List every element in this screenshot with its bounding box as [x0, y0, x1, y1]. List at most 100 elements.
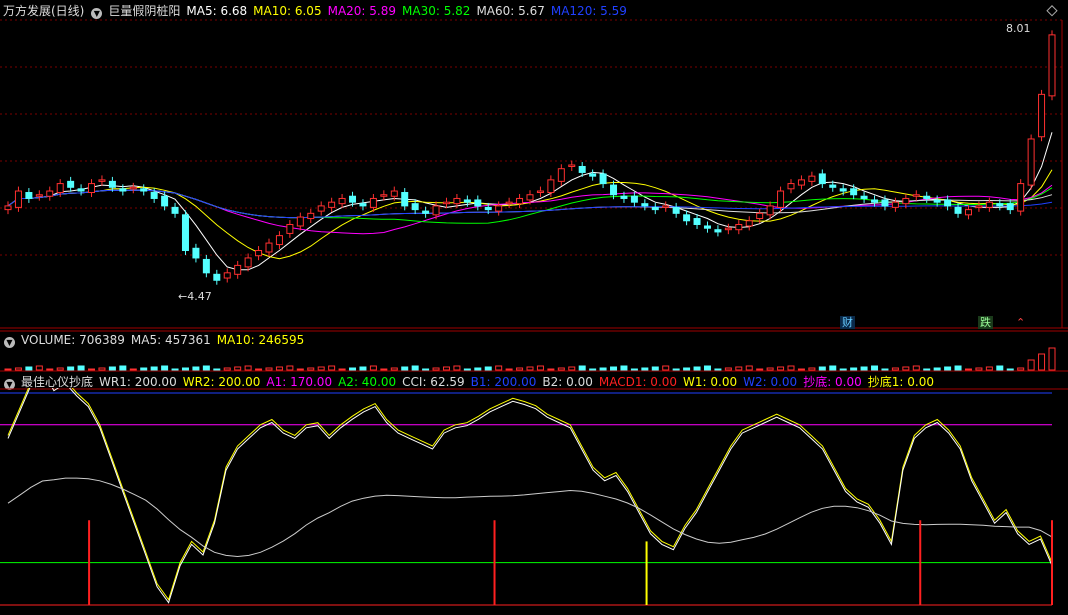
candle-body: [484, 206, 492, 211]
volume-bar: [724, 367, 732, 371]
volume-bar: [255, 368, 263, 371]
volume-bar: [620, 365, 628, 371]
volume-bar: [766, 367, 774, 371]
candle-body: [422, 210, 430, 214]
volume-bar: [1038, 353, 1046, 371]
candle-body: [714, 229, 722, 233]
candle-body: [98, 179, 106, 182]
volume-bar: [839, 368, 847, 371]
up-arrow-icon[interactable]: ⌃: [1014, 316, 1027, 329]
candle-body: [286, 223, 294, 234]
volume-bar: [192, 366, 200, 371]
candle-body: [808, 175, 816, 182]
indicator-legend-1: WR2: 200.00: [182, 375, 261, 389]
high-price-label: 8.01: [1006, 22, 1031, 35]
volume-bar: [568, 366, 576, 371]
finance-event-tag[interactable]: 财: [840, 316, 855, 329]
candle-body: [693, 218, 701, 225]
candle-body: [505, 201, 513, 205]
volume-bar: [975, 367, 983, 371]
indicator-panel-name: 最佳心仪抄底: [21, 375, 94, 389]
candle-body: [797, 179, 805, 186]
candle-body: [265, 242, 273, 253]
candle-body: [683, 214, 691, 222]
candle-body: [641, 203, 649, 207]
indicator-legend-6: B2: 0.00: [542, 375, 593, 389]
volume-bar: [349, 367, 357, 371]
fall-event-tag[interactable]: 跌: [978, 316, 993, 329]
indicator-legend-11: 抄底1: 0.00: [867, 375, 934, 389]
candle-body: [735, 223, 743, 231]
volume-bar: [829, 365, 837, 371]
candle-body: [777, 190, 785, 208]
candle-body: [171, 206, 179, 214]
volume-bar: [526, 366, 534, 371]
volume-bar: [77, 365, 85, 371]
candle-body: [88, 183, 96, 194]
volume-bar: [4, 368, 12, 371]
candle-body: [317, 205, 325, 212]
volume-bar: [808, 367, 816, 371]
volume-bar: [463, 368, 471, 371]
volume-bar: [129, 368, 137, 371]
candle-body: [766, 205, 774, 216]
volume-bar: [912, 365, 920, 371]
indicator-chart[interactable]: [0, 388, 1068, 615]
candle-body: [923, 195, 931, 199]
volume-bar: [881, 368, 889, 371]
candle-body: [1027, 138, 1035, 186]
volume-bar: [610, 366, 618, 371]
low-price-label: ←4.47: [178, 290, 212, 303]
candle-body: [150, 192, 158, 199]
candle-body: [964, 209, 972, 216]
volume-bar: [161, 365, 169, 371]
candle-body: [526, 194, 534, 201]
candle-body: [1006, 203, 1014, 211]
candle-body: [745, 220, 753, 227]
volume-bar: [630, 368, 638, 371]
candle-body: [463, 199, 471, 203]
price-chart[interactable]: 8.01 ←4.47: [0, 0, 1068, 330]
candle-body: [536, 190, 544, 194]
volume-bar: [703, 365, 711, 371]
volume-bar: [745, 365, 753, 371]
volume-bar: [422, 368, 430, 371]
volume-bar: [797, 368, 805, 371]
candle-body: [881, 199, 889, 207]
volume-bar: [1027, 359, 1035, 371]
volume-bar: [234, 366, 242, 371]
volume-bar: [996, 365, 1004, 371]
volume-bar: [411, 365, 419, 371]
volume-bar: [119, 365, 127, 371]
volume-bar: [265, 367, 273, 371]
candle-body: [359, 203, 367, 207]
volume-bar: [735, 366, 743, 371]
volume-bar: [181, 367, 189, 371]
candle-body: [192, 247, 200, 259]
volume-bar: [453, 365, 461, 371]
candle-body: [390, 190, 398, 197]
volume-bar: [964, 368, 972, 371]
indicator-legend-10: 抄底: 0.00: [803, 375, 862, 389]
volume-bar: [296, 368, 304, 371]
volume-bar: [307, 367, 315, 371]
candle-body: [56, 183, 64, 194]
wr1-line: [7, 388, 1053, 604]
volume-bar: [505, 368, 513, 371]
volume-bar: [474, 367, 482, 371]
volume-bar: [516, 367, 524, 371]
volume-bar: [56, 367, 64, 371]
candle-body: [651, 206, 659, 211]
candle-body: [620, 195, 628, 199]
candle-body: [787, 183, 795, 190]
volume-bar: [88, 368, 96, 371]
indicator-legend-3: A2: 40.00: [338, 375, 397, 389]
volume-bar: [213, 368, 221, 371]
candle-body: [818, 173, 826, 185]
candle-body: [202, 258, 210, 274]
volume-chart[interactable]: [0, 330, 1068, 372]
volume-bar: [536, 365, 544, 371]
volume-bar: [202, 365, 210, 371]
candle-body: [223, 272, 231, 279]
volume-bar: [1006, 368, 1014, 371]
